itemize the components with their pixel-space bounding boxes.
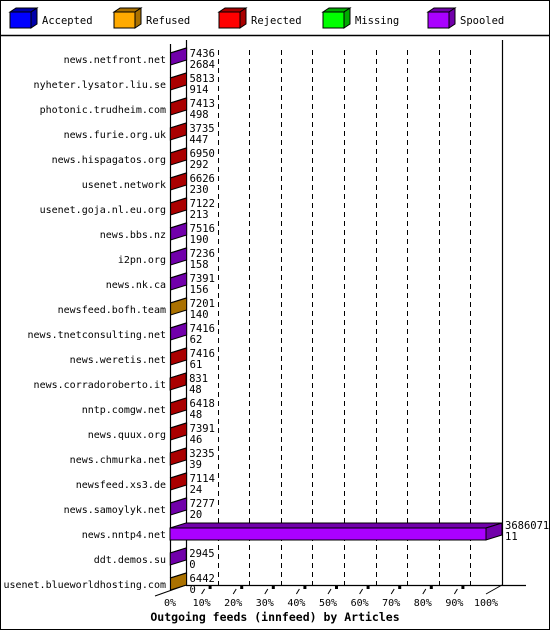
x-tick-dot	[335, 586, 338, 589]
value-label-bottom: 48	[189, 384, 202, 396]
legend-swatch-side	[30, 7, 38, 29]
legend-swatch-side	[448, 7, 456, 29]
host-label: news.nntp4.net	[82, 530, 166, 541]
host-label: ddt.demos.su	[94, 555, 166, 566]
host-label: newsfeed.bofh.team	[58, 305, 166, 316]
legend-swatch-accepted	[9, 11, 32, 29]
host-label: news.netfront.net	[64, 55, 166, 66]
x-tick-label: 80%	[414, 598, 432, 609]
value-label-bottom: 48	[190, 409, 203, 421]
x-tick-label: 10%	[193, 598, 211, 609]
legend-label-missing: Missing	[355, 15, 399, 27]
host-label: usenet.blueworldhosting.com	[3, 580, 166, 591]
x-tick-dot	[240, 586, 244, 589]
legend-swatch-missing	[322, 11, 345, 29]
chart-title: Outgoing feeds (innfeed) by Articles	[150, 610, 399, 624]
value-label-bottom: 914	[189, 84, 208, 96]
x-tick-label: 60%	[351, 598, 369, 609]
host-label: news.weretis.net	[70, 355, 166, 366]
value-label-bottom: 447	[189, 134, 208, 146]
value-label-bottom: 62	[190, 334, 203, 346]
host-label: news.chmurka.net	[70, 455, 166, 466]
value-label-bottom: 24	[190, 484, 203, 496]
value-label-bottom: 230	[190, 184, 209, 196]
value-label-bottom: 61	[190, 359, 203, 371]
value-label-bottom: 140	[190, 309, 209, 321]
x-tick-label: 30%	[256, 598, 274, 609]
value-label-bottom: 0	[190, 584, 196, 596]
host-label: news.samoylyk.net	[64, 505, 166, 516]
legend-label-rejected: Rejected	[251, 15, 302, 27]
host-label: nyheter.lysator.liu.se	[34, 80, 166, 91]
host-label: photonic.trudheim.com	[40, 105, 166, 116]
value-label-bottom: 0	[189, 559, 195, 571]
x-tick-dot	[303, 586, 307, 589]
host-label: news.nk.ca	[106, 280, 166, 291]
host-label: news.hispagatos.org	[52, 155, 166, 166]
legend-label-refused: Refused	[146, 15, 190, 27]
host-label: news.corradoroberto.it	[34, 380, 166, 391]
x-tick-label: 20%	[224, 598, 242, 609]
value-label-bottom: 46	[190, 434, 203, 446]
legend-swatch-side	[343, 7, 351, 29]
host-label: news.quux.org	[88, 430, 166, 441]
x-tick-label: 90%	[445, 598, 463, 609]
x-tick-dot	[366, 586, 370, 589]
bar-front-face	[169, 527, 487, 541]
bar-top-face	[169, 522, 503, 529]
x-tick-label: 0%	[164, 598, 176, 609]
x-tick-label: 50%	[319, 598, 337, 609]
value-label-bottom: 292	[190, 159, 209, 171]
innfeed-articles-chart: Accepted Refused Rejected Missing Spoole…	[0, 0, 550, 630]
legend-label-spooled: Spooled	[460, 15, 504, 27]
host-label: newsfeed.xs3.de	[76, 480, 166, 491]
value-label-bottom: 156	[190, 284, 209, 296]
value-label-bottom: 39	[189, 459, 202, 471]
x-tick-label: 100%	[474, 598, 498, 609]
legend-swatch-spooled	[427, 11, 450, 29]
host-label: usenet.network	[82, 180, 166, 191]
x-tick-dot	[429, 586, 433, 589]
x-tick-dot	[208, 586, 212, 589]
value-label-bottom: 158	[190, 259, 209, 271]
x-tick-dot	[461, 586, 465, 589]
host-label: usenet.goja.nl.eu.org	[40, 205, 166, 216]
host-label: news.furie.org.uk	[64, 130, 166, 141]
legend-swatch-side	[239, 7, 247, 29]
host-label: news.tnetconsulting.net	[28, 330, 166, 341]
x-tick-label: 40%	[287, 598, 305, 609]
host-label: news.bbs.nz	[100, 230, 166, 241]
host-label: nntp.comgw.net	[82, 405, 166, 416]
value-label-bottom: 2684	[190, 59, 215, 71]
value-label-bottom: 11	[505, 531, 518, 543]
x-tick-dot	[271, 586, 275, 589]
x-tick-dot	[398, 586, 402, 589]
legend-swatch-refused	[113, 11, 136, 29]
x-tick-label: 70%	[382, 598, 400, 609]
host-label: i2pn.org	[118, 255, 166, 266]
legend-swatch-rejected	[218, 11, 241, 29]
value-label-bottom: 20	[190, 509, 203, 521]
legend-label-accepted: Accepted	[42, 15, 93, 27]
value-label-bottom: 190	[190, 234, 209, 246]
value-label-bottom: 213	[190, 209, 209, 221]
legend-swatch-side	[134, 7, 142, 29]
value-label-bottom: 498	[190, 109, 209, 121]
